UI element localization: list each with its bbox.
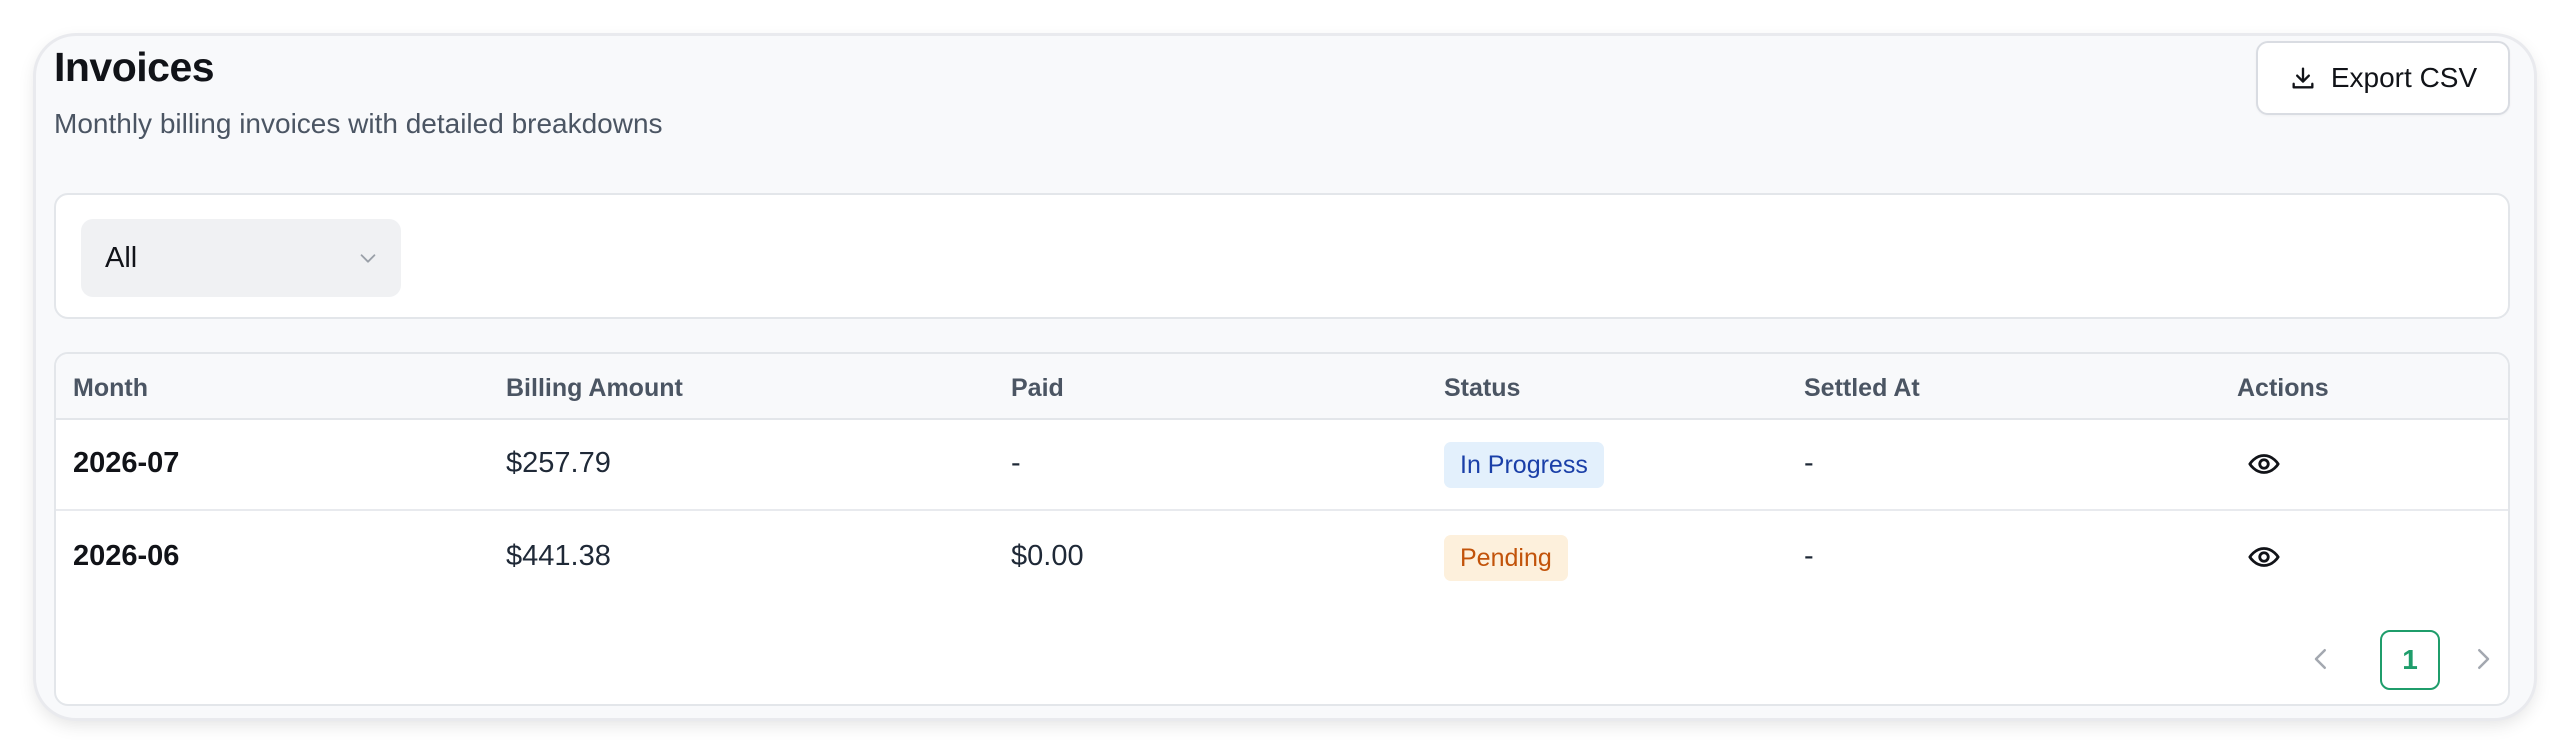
eye-icon[interactable] [2247, 540, 2281, 574]
page-subtitle: Monthly billing invoices with detailed b… [54, 108, 663, 139]
column-header-billing-amount: Billing Amount [506, 374, 683, 402]
cell-settled-at: - [1804, 540, 1814, 572]
page-1-button[interactable]: 1 [2380, 630, 2440, 690]
table-row: 2026-06 $441.38 $0.00 Pending - [56, 513, 2508, 604]
status-badge: In Progress [1444, 442, 1604, 488]
table-row: 2026-07 $257.79 - In Progress - [56, 420, 2508, 511]
status-badge: Pending [1444, 535, 1568, 581]
download-icon [2292, 67, 2314, 89]
cell-billing-amount: $441.38 [506, 540, 611, 572]
cell-settled-at: - [1804, 447, 1814, 479]
status-filter-select[interactable]: All [81, 219, 401, 297]
chevron-left-icon[interactable] [2306, 644, 2336, 674]
export-csv-label: Export CSV [2330, 62, 2478, 93]
table-header: Month Billing Amount Paid Status Settled… [56, 354, 2508, 420]
chevron-down-icon [360, 254, 376, 263]
column-header-month: Month [73, 374, 148, 402]
page-title: Invoices [54, 44, 215, 90]
column-header-paid: Paid [1011, 374, 1064, 402]
cell-month: 2026-06 [73, 540, 180, 572]
cell-billing-amount: $257.79 [506, 447, 611, 479]
export-csv-button[interactable]: Export CSV [2256, 41, 2510, 115]
chevron-right-icon[interactable] [2468, 644, 2498, 674]
column-header-status: Status [1444, 374, 1521, 402]
cell-paid: $0.00 [1011, 540, 1084, 572]
status-filter-value: All [105, 241, 138, 274]
filter-card: All [54, 193, 2510, 319]
column-header-settled-at: Settled At [1804, 374, 1920, 402]
eye-icon[interactable] [2247, 447, 2281, 481]
cell-month: 2026-07 [73, 447, 180, 479]
invoices-table: Month Billing Amount Paid Status Settled… [54, 352, 2510, 706]
cell-paid: - [1011, 447, 1021, 479]
column-header-actions: Actions [2237, 374, 2329, 402]
